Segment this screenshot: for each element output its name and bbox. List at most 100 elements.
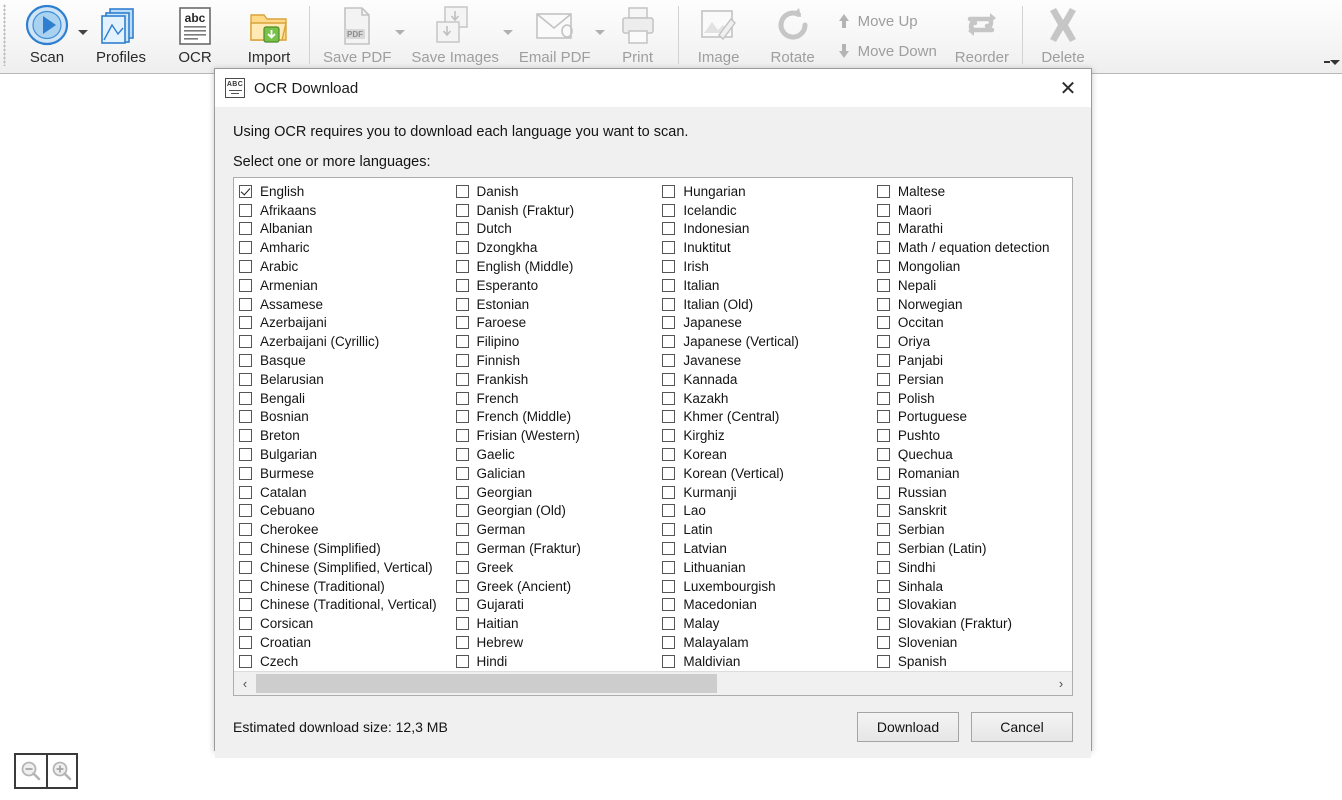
language-row[interactable]: Estonian bbox=[456, 295, 663, 314]
checkbox-faroese[interactable] bbox=[456, 316, 469, 329]
language-row[interactable]: Burmese bbox=[239, 464, 456, 483]
checkbox-english[interactable] bbox=[239, 185, 252, 198]
checkbox-kurmanji[interactable] bbox=[662, 486, 675, 499]
checkbox-indonesian[interactable] bbox=[662, 222, 675, 235]
checkbox-malay[interactable] bbox=[662, 617, 675, 630]
language-row[interactable]: Esperanto bbox=[456, 276, 663, 295]
toolbar-button-save-pdf[interactable]: PDF Save PDF bbox=[313, 0, 401, 72]
language-listbox[interactable]: EnglishAfrikaansAlbanianAmharicArabicArm… bbox=[233, 177, 1073, 696]
checkbox-chinese-traditional[interactable] bbox=[239, 580, 252, 593]
language-row[interactable]: Chinese (Simplified, Vertical) bbox=[239, 558, 456, 577]
horizontal-scrollbar[interactable]: ‹ › bbox=[234, 671, 1072, 695]
language-row[interactable]: Frisian (Western) bbox=[456, 426, 663, 445]
checkbox-maltese[interactable] bbox=[877, 185, 890, 198]
checkbox-luxembourgish[interactable] bbox=[662, 580, 675, 593]
checkbox-romanian[interactable] bbox=[877, 467, 890, 480]
language-row[interactable]: Azerbaijani bbox=[239, 314, 456, 333]
checkbox-albanian[interactable] bbox=[239, 222, 252, 235]
checkbox-serbian-latin[interactable] bbox=[877, 542, 890, 555]
checkbox-hungarian[interactable] bbox=[662, 185, 675, 198]
language-row[interactable]: Greek (Ancient) bbox=[456, 577, 663, 596]
cancel-button[interactable]: Cancel bbox=[971, 712, 1073, 742]
toolbar-button-rotate[interactable]: Rotate bbox=[756, 0, 830, 72]
checkbox-assamese[interactable] bbox=[239, 298, 252, 311]
language-row[interactable]: Slovakian (Fraktur) bbox=[877, 614, 1072, 633]
language-row[interactable]: English (Middle) bbox=[456, 257, 663, 276]
zoom-in-button[interactable] bbox=[46, 755, 76, 787]
language-row[interactable]: Danish (Fraktur) bbox=[456, 201, 663, 220]
toolbar-overflow-button[interactable] bbox=[1324, 54, 1340, 70]
language-row[interactable]: Portuguese bbox=[877, 408, 1072, 427]
checkbox-inuktitut[interactable] bbox=[662, 241, 675, 254]
language-row[interactable]: Sindhi bbox=[877, 558, 1072, 577]
checkbox-norwegian[interactable] bbox=[877, 298, 890, 311]
language-row[interactable]: Kirghiz bbox=[662, 426, 877, 445]
language-row[interactable]: Danish bbox=[456, 182, 663, 201]
language-row[interactable]: Sinhala bbox=[877, 577, 1072, 596]
checkbox-german[interactable] bbox=[456, 523, 469, 536]
download-button[interactable]: Download bbox=[857, 712, 959, 742]
toolbar-button-move-down[interactable]: Move Down bbox=[838, 36, 937, 66]
checkbox-danish-fraktur[interactable] bbox=[456, 204, 469, 217]
zoom-out-button[interactable] bbox=[16, 755, 46, 787]
language-row[interactable]: Indonesian bbox=[662, 220, 877, 239]
language-row[interactable]: Greek bbox=[456, 558, 663, 577]
checkbox-spanish[interactable] bbox=[877, 655, 890, 668]
toolbar-button-import[interactable]: Import bbox=[232, 0, 306, 72]
language-row[interactable]: Occitan bbox=[877, 314, 1072, 333]
language-row[interactable]: Armenian bbox=[239, 276, 456, 295]
checkbox-serbian[interactable] bbox=[877, 523, 890, 536]
language-row[interactable]: French (Middle) bbox=[456, 408, 663, 427]
checkbox-maori[interactable] bbox=[877, 204, 890, 217]
language-row[interactable]: Chinese (Simplified) bbox=[239, 539, 456, 558]
language-row[interactable]: Persian bbox=[877, 370, 1072, 389]
toolbar-button-move-up[interactable]: Move Up bbox=[838, 6, 937, 36]
language-row[interactable]: Latin bbox=[662, 520, 877, 539]
toolbar-button-image[interactable]: Image bbox=[682, 0, 756, 72]
language-row[interactable]: Lao bbox=[662, 502, 877, 521]
checkbox-japanese[interactable] bbox=[662, 316, 675, 329]
language-row[interactable]: Pushto bbox=[877, 426, 1072, 445]
checkbox-esperanto[interactable] bbox=[456, 279, 469, 292]
language-row[interactable]: Maldivian bbox=[662, 652, 877, 671]
scrollbar-track[interactable] bbox=[256, 672, 1050, 695]
language-row[interactable]: Serbian bbox=[877, 520, 1072, 539]
toolbar-button-email-pdf[interactable]: Email PDF bbox=[509, 0, 601, 72]
language-row[interactable]: Quechua bbox=[877, 445, 1072, 464]
language-row[interactable]: Macedonian bbox=[662, 596, 877, 615]
checkbox-chinese-simplified[interactable] bbox=[239, 542, 252, 555]
checkbox-amharic[interactable] bbox=[239, 241, 252, 254]
language-row[interactable]: Maori bbox=[877, 201, 1072, 220]
checkbox-japanese-vertical[interactable] bbox=[662, 335, 675, 348]
checkbox-azerbaijani-cyrillic[interactable] bbox=[239, 335, 252, 348]
checkbox-korean-vertical[interactable] bbox=[662, 467, 675, 480]
language-row[interactable]: Mongolian bbox=[877, 257, 1072, 276]
language-row[interactable]: Latvian bbox=[662, 539, 877, 558]
checkbox-italian-old[interactable] bbox=[662, 298, 675, 311]
toolbar-button-ocr[interactable]: abc OCR bbox=[158, 0, 232, 72]
language-row[interactable]: Catalan bbox=[239, 483, 456, 502]
checkbox-chinese-traditional-vertical[interactable] bbox=[239, 598, 252, 611]
checkbox-basque[interactable] bbox=[239, 354, 252, 367]
checkbox-burmese[interactable] bbox=[239, 467, 252, 480]
language-row[interactable]: Galician bbox=[456, 464, 663, 483]
checkbox-maldivian[interactable] bbox=[662, 655, 675, 668]
toolbar-button-profiles[interactable]: Profiles bbox=[84, 0, 158, 72]
checkbox-slovenian[interactable] bbox=[877, 636, 890, 649]
language-row[interactable]: Basque bbox=[239, 351, 456, 370]
language-row[interactable]: Azerbaijani (Cyrillic) bbox=[239, 332, 456, 351]
language-row[interactable]: Belarusian bbox=[239, 370, 456, 389]
language-row[interactable]: Lithuanian bbox=[662, 558, 877, 577]
language-row[interactable]: Marathi bbox=[877, 220, 1072, 239]
checkbox-czech[interactable] bbox=[239, 655, 252, 668]
checkbox-croatian[interactable] bbox=[239, 636, 252, 649]
checkbox-mongolian[interactable] bbox=[877, 260, 890, 273]
language-row[interactable]: Khmer (Central) bbox=[662, 408, 877, 427]
checkbox-cebuano[interactable] bbox=[239, 504, 252, 517]
checkbox-danish[interactable] bbox=[456, 185, 469, 198]
language-row[interactable]: English bbox=[239, 182, 456, 201]
language-row[interactable]: Serbian (Latin) bbox=[877, 539, 1072, 558]
checkbox-dzongkha[interactable] bbox=[456, 241, 469, 254]
language-row[interactable]: Irish bbox=[662, 257, 877, 276]
checkbox-french[interactable] bbox=[456, 392, 469, 405]
